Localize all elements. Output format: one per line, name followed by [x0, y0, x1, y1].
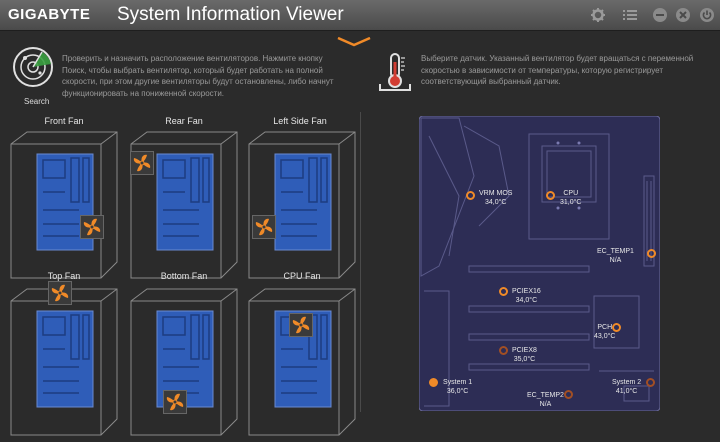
list-icon[interactable] [622, 7, 638, 23]
sensor-value: 35,0°C [513, 356, 536, 363]
sensor-value: 34,0°C [515, 297, 538, 304]
sensor-label: EC_TEMP1 N/A [597, 247, 634, 265]
sensor-dot[interactable] [647, 249, 656, 258]
sensor-value: 43,0°C [594, 333, 616, 340]
search-description: Проверить и назначить расположение венти… [62, 54, 334, 98]
sensor-value: N/A [609, 257, 622, 264]
sensor-name: PCH [597, 324, 613, 331]
case-diagram [247, 287, 357, 437]
app-title: System Information Viewer [117, 4, 344, 25]
sensor-name: CPU [563, 190, 579, 197]
fan-title-0: Front Fan [44, 116, 84, 126]
sensor-label: System 2 41,0°C [612, 378, 641, 396]
collapse-chevron-icon[interactable] [336, 37, 372, 47]
sensor-label: PCIEX16 34,0°C [512, 287, 541, 305]
sensor-value: 31,0°C [560, 199, 582, 206]
fan-icon[interactable] [252, 215, 276, 244]
brand-logo: GIGABYTE [8, 6, 91, 23]
sensor-dot[interactable] [429, 378, 438, 387]
fan-icon[interactable] [130, 151, 154, 180]
thermometer-icon [379, 53, 411, 91]
sensor-description: Выберите датчик. Указанный вентилятор бу… [421, 54, 694, 86]
sensor-value: 41,0°C [615, 388, 638, 395]
fan-title-1: Rear Fan [165, 116, 203, 126]
sensor-label: CPU 31,0°C [560, 189, 581, 207]
close-icon[interactable] [675, 7, 691, 23]
sensor-value: 36,0°C [446, 388, 469, 395]
sensor-name: PCIEX16 [512, 288, 541, 295]
radar-icon [13, 47, 53, 87]
panel-divider [360, 112, 361, 412]
sensor-dot[interactable] [499, 346, 508, 355]
sensor-label: EC_TEMP2 N/A [527, 391, 564, 409]
fan-icon[interactable] [48, 281, 72, 310]
sensor-label: PCIEX8 35,0°C [512, 346, 537, 364]
search-label: Search [24, 97, 50, 106]
sensor-label: System 1 36,0°C [443, 378, 472, 396]
minimize-icon[interactable] [652, 7, 668, 23]
sensor-dot[interactable] [466, 191, 475, 200]
fan-title-5: CPU Fan [283, 271, 321, 281]
fan-icon[interactable] [163, 390, 187, 419]
case-diagram [247, 130, 357, 280]
sensor-name: System 1 [443, 379, 473, 386]
sensor-name: System 2 [612, 379, 642, 386]
sensor-name: VRM MOS [479, 190, 513, 197]
search-button[interactable] [12, 46, 54, 93]
sensor-label: VRM MOS 34,0°C [479, 189, 512, 207]
sensor-value: 34,0°C [484, 199, 507, 206]
title-bar: GIGABYTE System Information Viewer [0, 0, 720, 31]
fan-title-4: Bottom Fan [160, 271, 208, 281]
sensor-dot[interactable] [646, 378, 655, 387]
power-icon[interactable] [699, 7, 715, 23]
fan-title-3: Top Fan [47, 271, 81, 281]
sensor-name: PCIEX8 [512, 347, 537, 354]
case-diagram [9, 130, 119, 280]
sensor-dot[interactable] [499, 287, 508, 296]
sensor-name: EC_TEMP2 [527, 392, 564, 399]
sensor-name: EC_TEMP1 [597, 248, 634, 255]
sensor-label: PCH 43,0°C [594, 323, 615, 341]
sensor-dot[interactable] [564, 390, 573, 399]
gear-icon[interactable] [590, 7, 606, 23]
fan-icon[interactable] [289, 313, 313, 342]
fan-icon[interactable] [80, 215, 104, 244]
sensor-dot[interactable] [546, 191, 555, 200]
fan-title-2: Left Side Fan [273, 116, 327, 126]
sensor-value: N/A [539, 401, 552, 408]
